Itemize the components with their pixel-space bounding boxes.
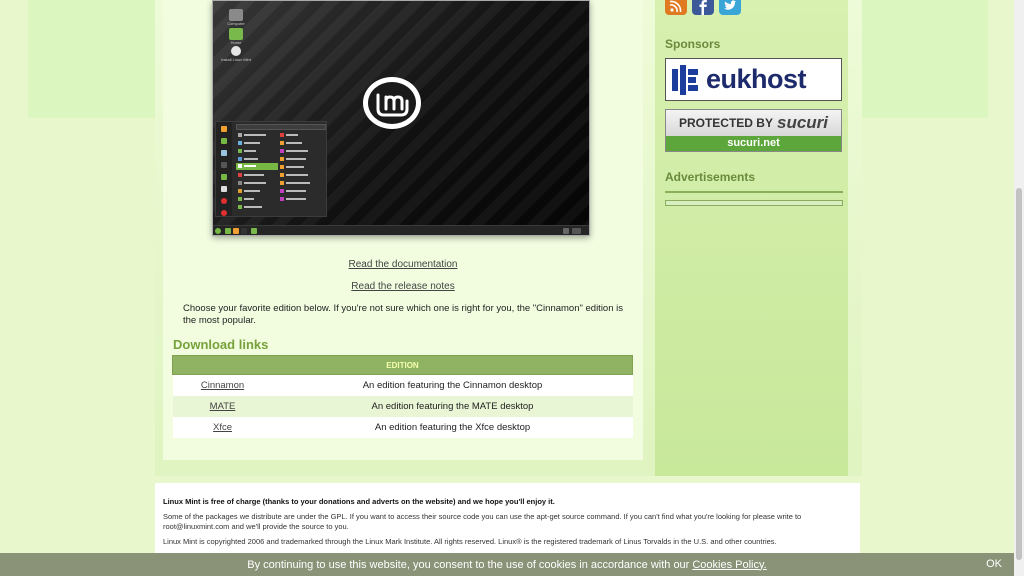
sucuri-wordmark: sucuri: [776, 113, 829, 132]
menu-category: [238, 132, 274, 138]
menu-fav-icon: [221, 174, 227, 180]
menu-fav-icon: [221, 198, 227, 204]
table-row: Xfce An edition featuring the Xfce deskt…: [172, 416, 633, 438]
menu-category: [238, 156, 274, 162]
documentation-link[interactable]: Read the documentation: [163, 259, 643, 270]
linux-mint-logo-icon: [363, 77, 421, 129]
scrollbar-thumb[interactable]: [1016, 188, 1022, 560]
release-notes-link[interactable]: Read the release notes: [163, 281, 643, 292]
start-menu-preview: [215, 121, 327, 217]
edition-description: An edition featuring the MATE desktop: [272, 395, 633, 417]
site-footer: Linux Mint is free of charge (thanks to …: [155, 483, 860, 553]
taskbar-app-icon: [225, 228, 231, 234]
sucuri-url-label: sucuri.net: [666, 136, 841, 151]
edition-intro-text: Choose your favorite edition below. If y…: [183, 303, 623, 326]
menu-app: [280, 196, 324, 202]
menu-app: [280, 156, 324, 162]
menu-category: [238, 204, 274, 210]
mint-menu-icon: [215, 228, 221, 234]
menu-category: [238, 140, 274, 146]
sponsors-heading: Sponsors: [665, 37, 721, 51]
footer-free-notice: Linux Mint is free of charge (thanks to …: [163, 497, 555, 506]
menu-app: [280, 188, 324, 194]
menu-app: [280, 172, 324, 178]
menu-search-box: [236, 124, 326, 130]
desktop-label-home: Home: [230, 40, 242, 45]
menu-app: [280, 140, 324, 146]
scrollbar[interactable]: [1014, 0, 1024, 576]
menu-category: [238, 196, 274, 202]
menu-favorites-bar: [216, 122, 232, 216]
eukhost-sponsor-banner[interactable]: eukhost: [665, 58, 842, 101]
tray-icon: [563, 228, 569, 234]
menu-fav-icon: [221, 162, 227, 168]
facebook-icon[interactable]: [692, 0, 714, 15]
edition-description: An edition featuring the Xfce desktop: [272, 416, 633, 438]
download-links-heading: Download links: [173, 337, 269, 352]
menu-app: [280, 132, 324, 138]
sucuri-sponsor-banner[interactable]: PROTECTED BY sucuri sucuri.net: [665, 109, 842, 152]
menu-fav-icon: [221, 150, 227, 156]
twitter-icon[interactable]: [719, 0, 741, 15]
advertisement-slot: [665, 200, 843, 206]
table-row: Cinnamon An edition featuring the Cinnam…: [172, 374, 633, 396]
edition-link-xfce[interactable]: Xfce: [213, 422, 232, 433]
home-folder-icon: [229, 28, 243, 40]
menu-category-selected: [236, 163, 278, 170]
advertisements-heading: Advertisements: [665, 170, 756, 184]
clock-icon: [572, 228, 581, 234]
menu-fav-icon: [221, 210, 227, 216]
footer-copyright: Linux Mint is copyrighted 2006 and trade…: [163, 537, 777, 546]
edition-link-mate[interactable]: MATE: [210, 401, 236, 412]
taskbar-app-icon: [241, 228, 247, 234]
menu-app: [280, 164, 324, 170]
taskbar-app-icon: [251, 228, 257, 234]
edition-column-header: EDITION: [172, 355, 633, 375]
eukhost-logo-icon: [672, 64, 700, 95]
table-row: MATE An edition featuring the MATE deskt…: [172, 395, 633, 417]
menu-category: [238, 188, 274, 194]
menu-fav-icon: [221, 138, 227, 144]
menu-fav-icon: [221, 126, 227, 132]
menu-app: [280, 180, 324, 186]
download-table: EDITION Cinnamon An edition featuring th…: [172, 355, 633, 438]
cookies-policy-link[interactable]: Cookies Policy.: [692, 559, 766, 571]
cookie-ok-button[interactable]: OK: [986, 558, 1002, 570]
desktop-label-install: Install Linux Mint: [221, 57, 251, 62]
menu-category: [238, 148, 274, 154]
computer-icon: [229, 9, 243, 21]
menu-category: [238, 180, 274, 186]
menu-category: [238, 172, 274, 178]
desktop-label-computer: Computer: [227, 21, 245, 26]
eukhost-wordmark: eukhost: [706, 64, 807, 94]
cookie-consent-bar: By continuing to use this website, you c…: [0, 553, 1014, 576]
edition-link-cinnamon[interactable]: Cinnamon: [201, 380, 244, 391]
cookie-consent-text: By continuing to use this website, you c…: [247, 558, 690, 571]
footer-gpl-notice: Some of the packages we distribute are u…: [163, 512, 802, 531]
screenshot-taskbar: [213, 225, 589, 235]
install-disc-icon: [231, 46, 241, 56]
rss-icon[interactable]: [665, 0, 687, 15]
menu-fav-icon: [221, 186, 227, 192]
divider: [665, 191, 843, 193]
desktop-screenshot: Computer Home Install Linux Mint: [212, 0, 590, 236]
taskbar-app-icon: [233, 228, 239, 234]
edition-description: An edition featuring the Cinnamon deskto…: [272, 374, 633, 396]
menu-app: [280, 148, 324, 154]
sucuri-protected-label: PROTECTED BY: [678, 116, 773, 130]
